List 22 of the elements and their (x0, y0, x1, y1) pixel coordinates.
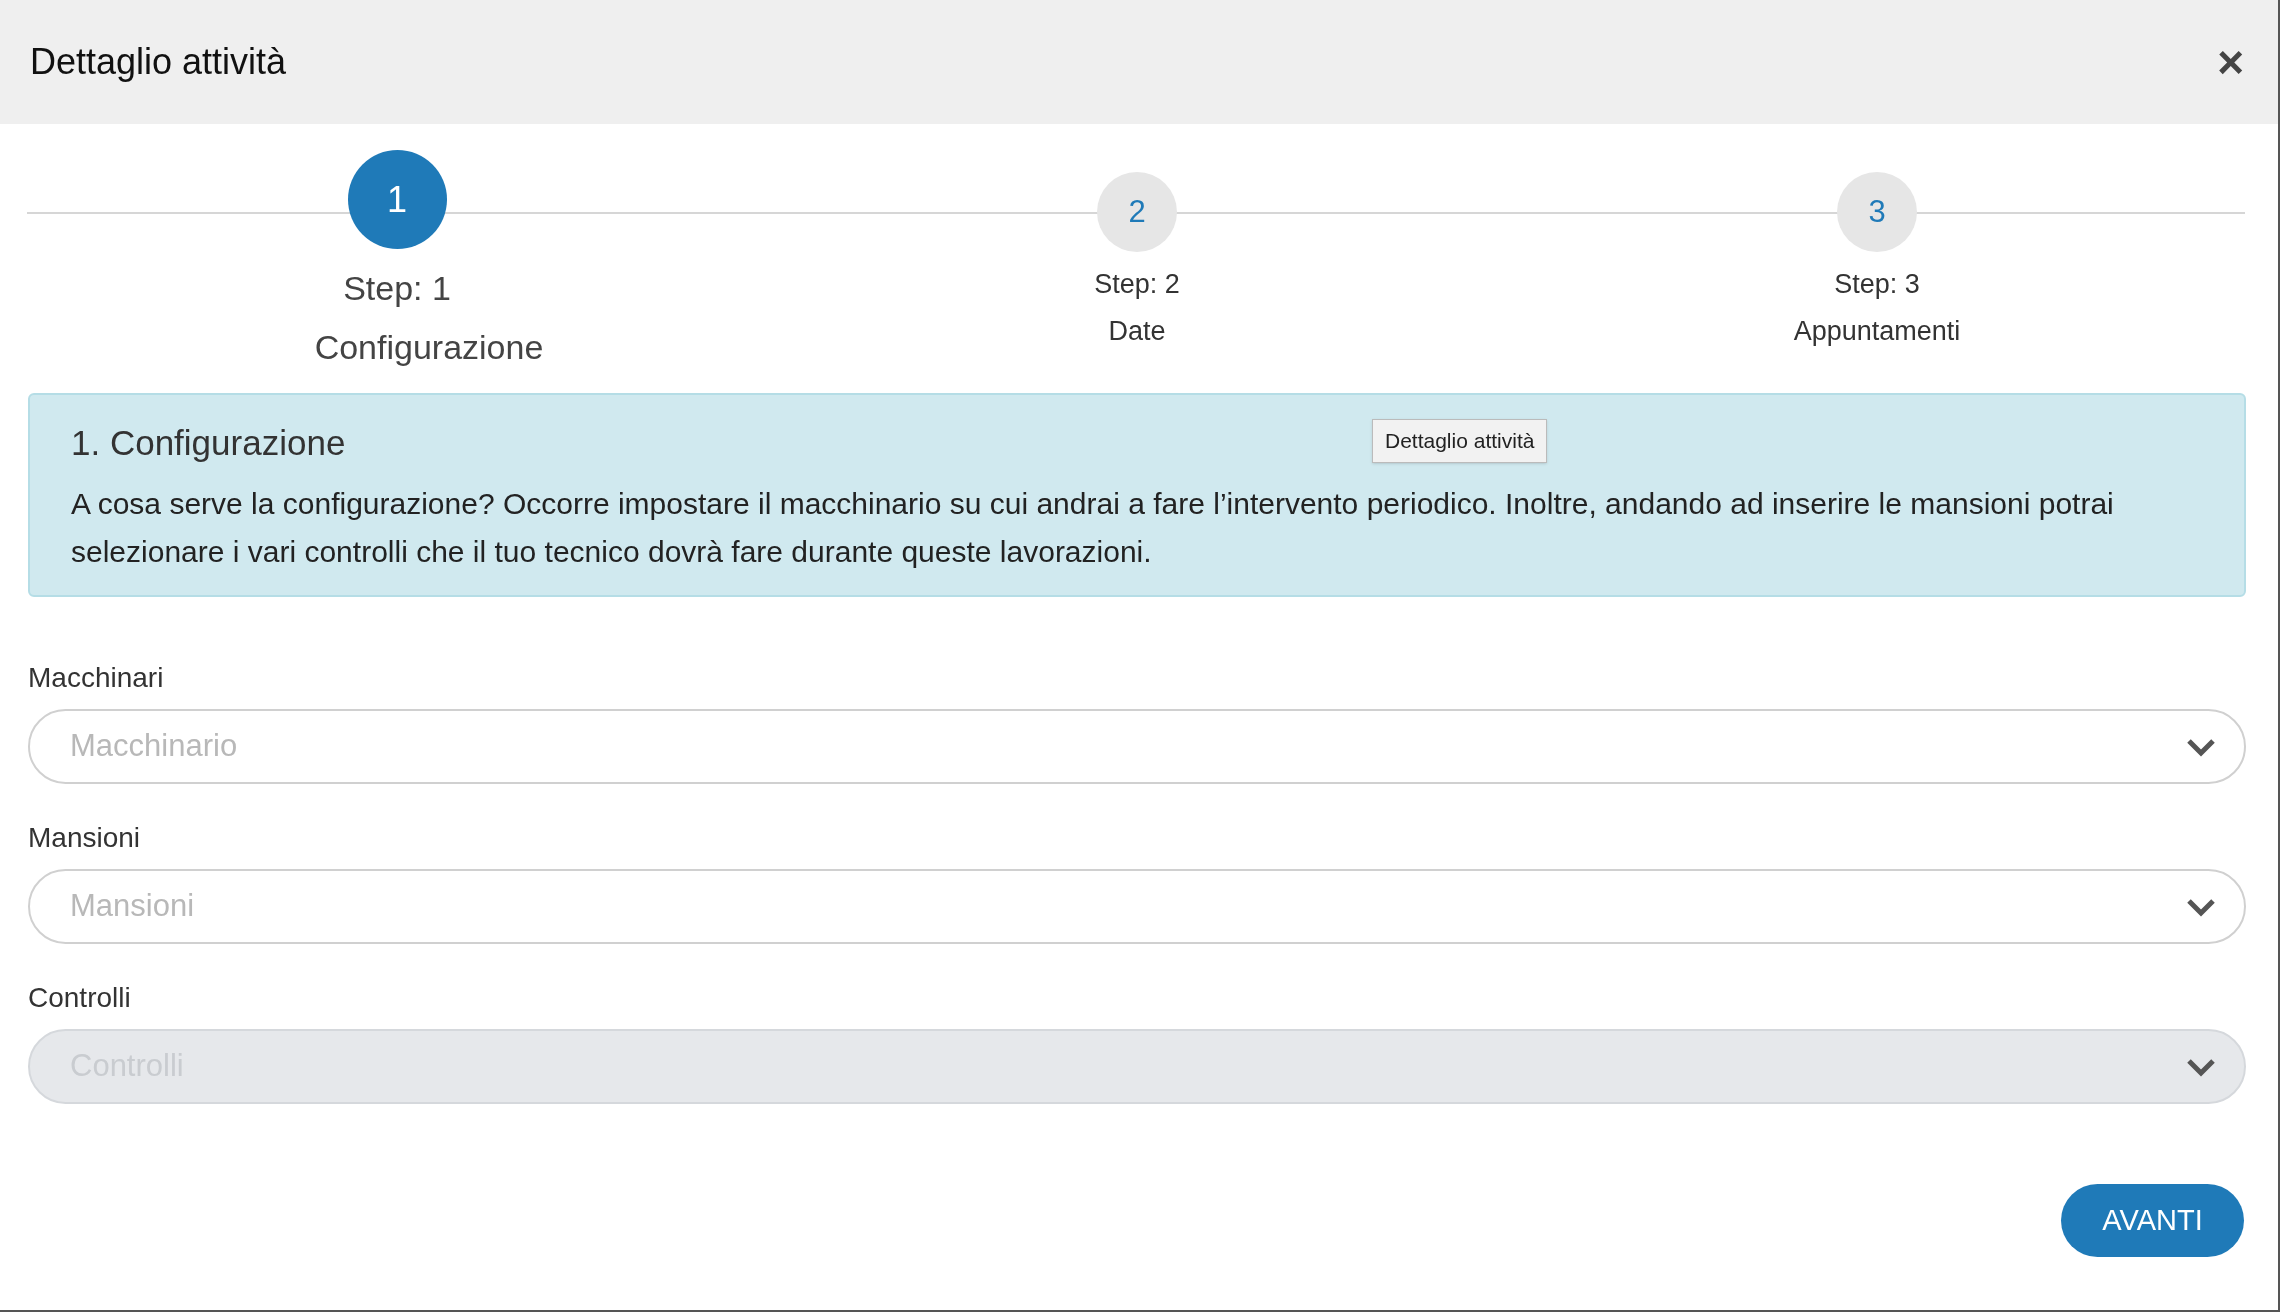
chevron-down-icon (2186, 896, 2216, 917)
field-label: Mansioni (28, 821, 142, 855)
select-placeholder: Mansioni (70, 887, 195, 926)
chevron-down-icon (2186, 1056, 2216, 1077)
step-sublabel: Configurazione (314, 327, 544, 368)
tooltip: Dettaglio attività (1372, 419, 1548, 463)
step-label: Step: 1 (343, 268, 451, 309)
step-sublabel: Appuntamenti (1793, 314, 1961, 348)
step-label: Step: 3 (1834, 268, 1920, 301)
select-placeholder: Macchinario (70, 727, 238, 766)
field-label: Macchinari (28, 661, 165, 695)
next-button[interactable]: AVANTI (2061, 1184, 2244, 1257)
step-sublabel: Date (1108, 314, 1166, 348)
close-button[interactable]: × (2217, 39, 2244, 85)
step-label: Step: 2 (1094, 268, 1180, 301)
chevron-down-icon (2186, 736, 2216, 757)
select-field[interactable]: Mansioni (28, 869, 2246, 944)
modal-title: Dettaglio attività (30, 40, 287, 84)
info-title: 1. Configurazione (71, 422, 346, 464)
info-text: A cosa serve la configurazione? Occorre impostare il macchinario su cui andrai a fare l’intervento periodico. Inoltre, andando ad inserire le mansioni potrai selezionare i vari controlli che il tuo tecnico dovrà fare durante queste lavorazioni. (71, 485, 2115, 570)
select-field[interactable]: Macchinario (28, 709, 2246, 784)
field-label: Controlli (28, 981, 132, 1015)
